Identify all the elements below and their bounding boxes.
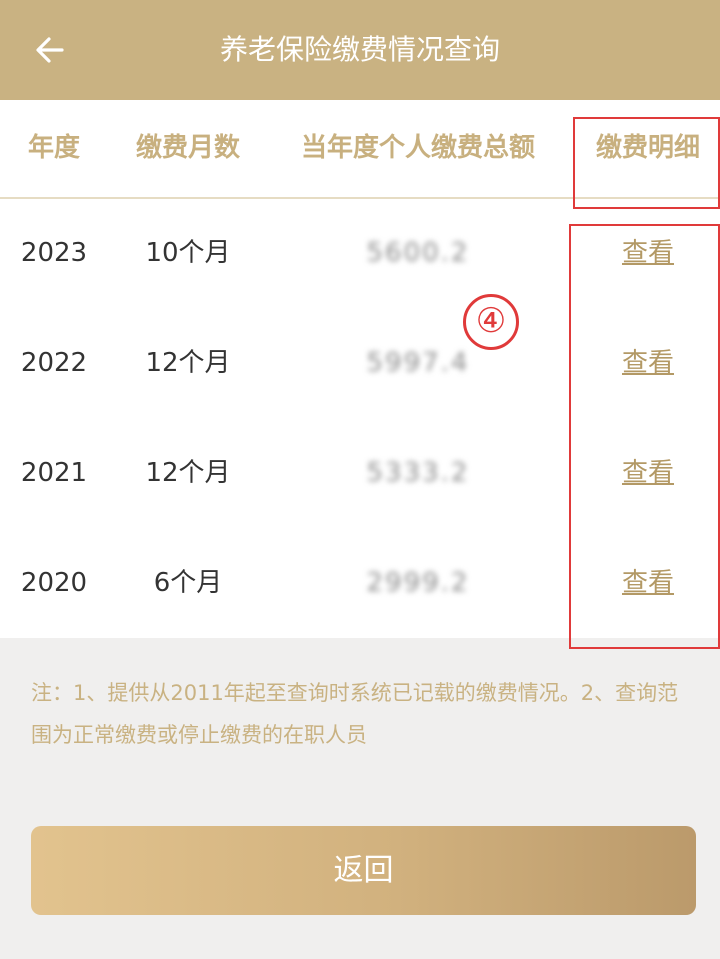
annotation-box-detail-column (569, 224, 720, 649)
page-title: 养老保险缴费情况查询 (219, 33, 500, 66)
row-year: 2020 (20, 568, 88, 598)
row-amount: 5600.2 (366, 238, 470, 268)
column-header-total-amount: 当年度个人缴费总额 (300, 133, 535, 163)
note-text: 注：1、提供从2011年起至查询时系统已记载的缴费情况。2、查询范围为正常缴费或… (31, 681, 679, 747)
annotation-step-number: ④ (463, 294, 519, 350)
row-amount: 5997.4 (366, 348, 470, 378)
column-header-year: 年度 (27, 133, 80, 163)
row-year: 2022 (20, 348, 88, 378)
row-months: 12个月 (145, 458, 231, 488)
page: 养老保险缴费情况查询 年度 缴费月数 当年度个人缴费总额 缴费明细 2023 1… (0, 0, 720, 959)
row-months: 6个月 (153, 568, 223, 598)
annotation-box-header (573, 117, 720, 209)
row-months: 10个月 (145, 238, 231, 268)
row-amount: 2999.2 (366, 568, 470, 598)
header-bar: 养老保险缴费情况查询 (0, 0, 720, 100)
row-year: 2021 (20, 458, 88, 488)
row-year: 2023 (20, 238, 88, 268)
return-button[interactable]: 返回 (31, 826, 696, 915)
row-amount: 5333.2 (366, 458, 470, 488)
row-months: 12个月 (145, 348, 231, 378)
column-header-months: 缴费月数 (135, 133, 240, 163)
